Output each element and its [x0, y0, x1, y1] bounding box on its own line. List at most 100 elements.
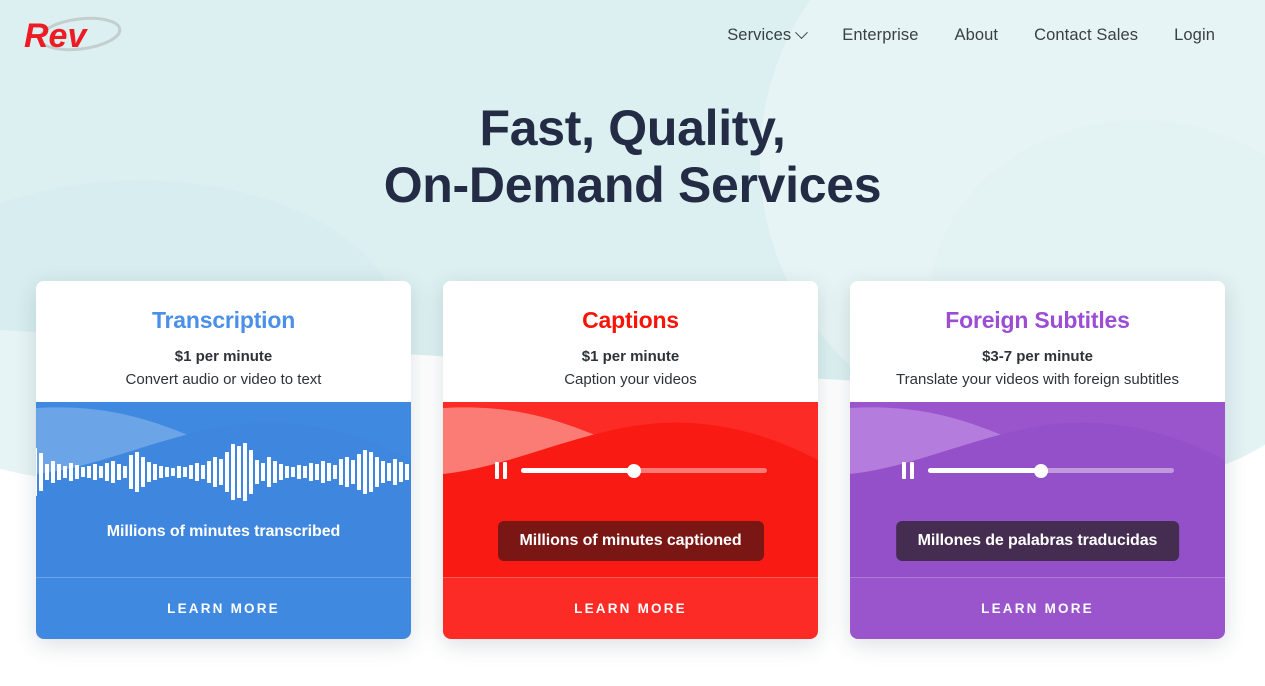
rev-logo-text: Rev	[24, 17, 88, 55]
card-header: Transcription $1 per minute Convert audi…	[36, 281, 411, 402]
caption-overlay-box: Millones de palabras traducidas	[895, 521, 1180, 561]
waveform-bar	[338, 458, 343, 485]
card-title: Captions	[582, 307, 679, 333]
waveform-bar	[398, 461, 403, 482]
card-media-content: Millones de palabras traducidas	[850, 402, 1225, 577]
pause-icon[interactable]	[901, 462, 914, 479]
nav-item-services[interactable]: Services	[709, 26, 824, 45]
waveform-bar	[266, 456, 271, 487]
waveform-bar	[404, 463, 409, 480]
card-price: $3-7 per minute	[982, 348, 1093, 365]
waveform-bar	[332, 464, 337, 479]
progress-slider[interactable]	[927, 463, 1174, 478]
service-card-captions[interactable]: Captions $1 per minute Caption your vide…	[443, 281, 818, 639]
nav-item-enterprise[interactable]: Enterprise	[824, 26, 936, 45]
waveform-bar	[320, 460, 325, 483]
waveform-bar	[212, 456, 217, 487]
site-header: Rev Services Enterprise About Contact Sa…	[0, 0, 1265, 76]
waveform-bar	[236, 445, 241, 498]
card-media-waveform: Millions of minutes transcribed	[36, 402, 411, 577]
chevron-down-icon	[795, 26, 809, 40]
card-media-content: Millions of minutes captioned	[443, 402, 818, 577]
waveform-bar	[368, 451, 373, 492]
card-header: Foreign Subtitles $3-7 per minute Transl…	[850, 281, 1225, 402]
waveform-bar	[380, 460, 385, 483]
waveform-bar	[230, 443, 235, 500]
hero-section: Fast, Quality, On-Demand Services	[0, 100, 1265, 214]
progress-slider[interactable]	[520, 463, 767, 478]
waveform-bar	[206, 460, 211, 483]
video-player-controls	[494, 462, 767, 479]
service-cards: Transcription $1 per minute Convert audi…	[36, 281, 1226, 639]
nav-item-about[interactable]: About	[936, 26, 1016, 45]
card-description: Translate your videos with foreign subti…	[896, 371, 1179, 388]
card-description: Convert audio or video to text	[125, 371, 322, 388]
service-card-foreign-subtitles[interactable]: Foreign Subtitles $3-7 per minute Transl…	[850, 281, 1225, 639]
waveform-bar	[80, 466, 85, 477]
waveform-bar	[170, 467, 175, 476]
waveform-bar	[176, 465, 181, 478]
waveform-bar	[182, 466, 187, 477]
main-navigation: Services Enterprise About Contact Sales …	[709, 26, 1233, 45]
nav-item-label: Services	[727, 26, 792, 44]
waveform-bar	[44, 463, 49, 480]
waveform-bar	[110, 460, 115, 483]
waveform-bar	[140, 456, 145, 487]
audio-waveform-icon	[36, 442, 411, 501]
waveform-bar	[386, 462, 391, 481]
card-title: Foreign Subtitles	[945, 307, 1130, 333]
waveform-bar	[224, 451, 229, 492]
waveform-bar	[350, 459, 355, 484]
page-title-line-1: Fast, Quality,	[479, 100, 786, 156]
waveform-bar	[36, 447, 37, 496]
waveform-bar	[146, 461, 151, 482]
card-media-content: Millions of minutes transcribed	[36, 402, 411, 577]
card-media-caption: Millions of minutes transcribed	[106, 522, 341, 540]
card-header: Captions $1 per minute Caption your vide…	[443, 281, 818, 402]
waveform-bar	[242, 442, 247, 501]
waveform-bar	[344, 456, 349, 487]
caption-overlay-box: Millions of minutes captioned	[497, 521, 764, 561]
card-description: Caption your videos	[564, 371, 697, 388]
nav-item-login[interactable]: Login	[1156, 26, 1233, 45]
waveform-bar	[290, 466, 295, 477]
waveform-bar	[200, 464, 205, 479]
waveform-bar	[254, 459, 259, 484]
progress-slider-fill	[520, 468, 634, 473]
waveform-bar	[194, 462, 199, 481]
waveform-bar	[62, 465, 67, 478]
page-title-line-2: On-Demand Services	[383, 157, 882, 213]
waveform-bar	[272, 460, 277, 483]
progress-slider-handle[interactable]	[1033, 463, 1048, 478]
waveform-bar	[50, 460, 55, 483]
waveform-bar	[374, 456, 379, 487]
waveform-bar	[296, 464, 301, 479]
learn-more-button[interactable]: LEARN MORE	[850, 577, 1225, 639]
pause-icon[interactable]	[494, 462, 507, 479]
learn-more-button[interactable]: LEARN MORE	[36, 577, 411, 639]
waveform-bar	[284, 465, 289, 478]
learn-more-button[interactable]: LEARN MORE	[443, 577, 818, 639]
progress-slider-fill	[927, 468, 1041, 473]
card-title: Transcription	[151, 307, 296, 333]
card-media-player: Millions of minutes captioned	[443, 402, 818, 577]
waveform-bar	[362, 449, 367, 494]
waveform-bar	[260, 462, 265, 481]
waveform-bar	[122, 465, 127, 478]
waveform-bar	[56, 463, 61, 480]
nav-item-contact-sales[interactable]: Contact Sales	[1016, 26, 1156, 45]
card-media-player: Millones de palabras traducidas	[850, 402, 1225, 577]
waveform-bar	[116, 463, 121, 480]
waveform-bar	[308, 462, 313, 481]
rev-logo[interactable]: Rev	[18, 8, 128, 58]
progress-slider-handle[interactable]	[626, 463, 641, 478]
waveform-bar	[38, 452, 43, 491]
waveform-bar	[302, 465, 307, 478]
waveform-bar	[68, 462, 73, 481]
waveform-bar	[410, 464, 411, 479]
waveform-bar	[152, 463, 157, 480]
waveform-bar	[278, 463, 283, 480]
waveform-bar	[134, 451, 139, 492]
waveform-bar	[326, 462, 331, 481]
service-card-transcription[interactable]: Transcription $1 per minute Convert audi…	[36, 281, 411, 639]
